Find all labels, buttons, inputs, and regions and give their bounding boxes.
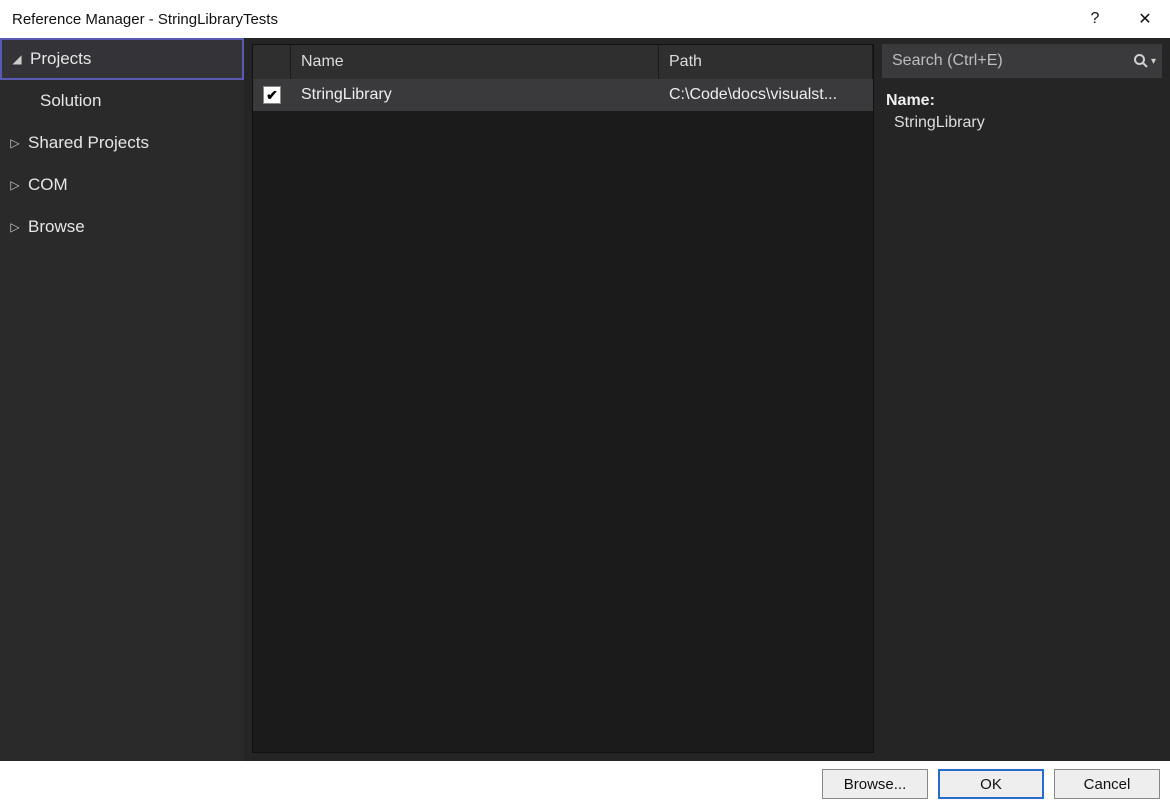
references-table: Name Path ✔ StringLibrary C:\Code\docs\v… [252, 44, 874, 753]
main-area: Name Path ✔ StringLibrary C:\Code\docs\v… [244, 38, 1170, 761]
detail-name-label: Name: [886, 92, 1158, 110]
chevron-right-icon: ▷ [8, 178, 22, 192]
column-header-checkbox[interactable] [253, 45, 291, 79]
dialog-footer: Browse... OK Cancel [0, 761, 1170, 807]
sidebar-label: Browse [28, 217, 85, 237]
center-column: Name Path ✔ StringLibrary C:\Code\docs\v… [244, 38, 878, 761]
sidebar-label: COM [28, 175, 68, 195]
chevron-right-icon: ▷ [8, 220, 22, 234]
ok-button[interactable]: OK [938, 769, 1044, 799]
browse-button[interactable]: Browse... [822, 769, 928, 799]
column-header-name[interactable]: Name [291, 45, 659, 79]
chevron-right-icon: ▷ [8, 136, 22, 150]
help-button[interactable]: ? [1070, 0, 1120, 38]
detail-name-value: StringLibrary [886, 114, 1158, 132]
dialog-body: ◢ Projects Solution ▷ Shared Projects ▷ … [0, 38, 1170, 761]
search-box[interactable]: ▾ [882, 44, 1162, 78]
row-checkbox[interactable]: ✔ [263, 86, 281, 104]
row-checkbox-cell: ✔ [253, 86, 291, 104]
row-path: C:\Code\docs\visualst... [659, 86, 873, 104]
reference-manager-dialog: Reference Manager - StringLibraryTests ?… [0, 0, 1170, 807]
sidebar-item-shared-projects[interactable]: ▷ Shared Projects [0, 122, 244, 164]
check-icon: ✔ [266, 87, 278, 104]
row-name: StringLibrary [291, 86, 659, 104]
search-icon[interactable]: ▾ [1133, 53, 1156, 69]
chevron-down-icon: ◢ [10, 52, 24, 66]
sidebar-label: Solution [40, 91, 101, 111]
cancel-button[interactable]: Cancel [1054, 769, 1160, 799]
column-header-path[interactable]: Path [659, 45, 873, 79]
table-header: Name Path [253, 45, 873, 79]
sidebar: ◢ Projects Solution ▷ Shared Projects ▷ … [0, 38, 244, 761]
sidebar-item-browse[interactable]: ▷ Browse [0, 206, 244, 248]
close-button[interactable]: ✕ [1120, 0, 1170, 38]
titlebar: Reference Manager - StringLibraryTests ?… [0, 0, 1170, 38]
sidebar-subitem-solution[interactable]: Solution [0, 80, 244, 122]
window-title: Reference Manager - StringLibraryTests [12, 11, 278, 28]
dropdown-icon: ▾ [1151, 56, 1156, 67]
sidebar-item-com[interactable]: ▷ COM [0, 164, 244, 206]
sidebar-label: Shared Projects [28, 133, 149, 153]
sidebar-label: Projects [30, 49, 91, 69]
table-row[interactable]: ✔ StringLibrary C:\Code\docs\visualst... [253, 79, 873, 111]
sidebar-item-projects[interactable]: ◢ Projects [0, 38, 244, 80]
search-input[interactable] [892, 52, 1133, 70]
detail-panel: Name: StringLibrary [882, 88, 1162, 136]
right-column: ▾ Name: StringLibrary [878, 38, 1170, 761]
